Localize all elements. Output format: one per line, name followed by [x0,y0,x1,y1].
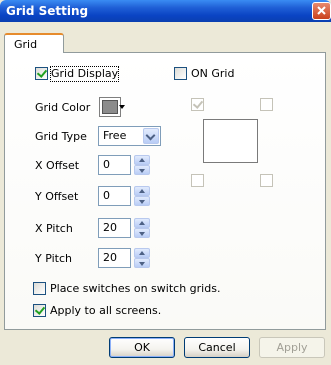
title-bar: Grid Setting [0,0,331,22]
close-button[interactable] [312,2,331,20]
spin-down-icon[interactable] [134,258,150,268]
x-pitch-value: 20 [103,221,117,234]
tab-grid-label: Grid [14,38,38,51]
apply-all-label: Apply to all screens. [50,304,162,317]
grid-origin-bottom-left-checkbox[interactable] [191,174,204,187]
close-icon [317,6,326,15]
spin-up-icon[interactable] [134,248,150,258]
spin-down-icon[interactable] [134,165,150,175]
on-grid-checkbox[interactable] [174,67,187,80]
spin-up-icon[interactable] [134,218,150,228]
grid-type-select[interactable]: Free [98,126,161,146]
grid-display-label: Grid Display [49,66,120,82]
apply-all-checkbox[interactable] [33,304,46,317]
grid-color-label: Grid Color [35,101,91,114]
y-offset-label: Y Offset [35,190,79,203]
spin-down-icon[interactable] [134,228,150,238]
ok-button[interactable]: OK [109,337,175,358]
color-swatch [102,100,118,114]
grid-origin-bottom-right-checkbox[interactable] [260,174,273,187]
color-dropdown-arrow[interactable] [119,97,126,117]
y-offset-spinner[interactable] [134,186,150,206]
y-pitch-spinner[interactable] [134,248,150,268]
cancel-button[interactable]: Cancel [184,337,250,358]
spin-down-icon[interactable] [134,196,150,206]
grid-type-label: Grid Type [35,130,87,143]
y-pitch-label: Y Pitch [35,252,72,265]
x-offset-value: 0 [103,158,110,171]
tab-grid[interactable]: Grid [4,33,64,53]
x-pitch-label: X Pitch [35,222,73,235]
grid-display-checkbox[interactable] [35,67,48,80]
place-switches-label: Place switches on switch grids. [50,282,221,295]
y-offset-input[interactable]: 0 [98,186,131,206]
on-grid-label: ON Grid [191,67,235,80]
y-offset-value: 0 [103,189,110,202]
chevron-down-icon[interactable] [143,128,159,144]
grid-origin-top-left-checkbox[interactable] [191,98,204,111]
spin-up-icon[interactable] [134,155,150,165]
x-offset-input[interactable]: 0 [98,155,131,175]
grid-origin-top-right-checkbox[interactable] [260,98,273,111]
x-pitch-input[interactable]: 20 [98,218,131,238]
y-pitch-input[interactable]: 20 [98,248,131,268]
x-pitch-spinner[interactable] [134,218,150,238]
grid-origin-preview [203,119,258,163]
grid-type-value: Free [103,129,127,142]
x-offset-label: X Offset [35,159,80,172]
x-offset-spinner[interactable] [134,155,150,175]
apply-button[interactable]: Apply [259,337,325,358]
window-title: Grid Setting [6,4,89,18]
grid-color-picker[interactable] [99,97,121,117]
spin-up-icon[interactable] [134,186,150,196]
y-pitch-value: 20 [103,251,117,264]
place-switches-checkbox[interactable] [33,282,46,295]
